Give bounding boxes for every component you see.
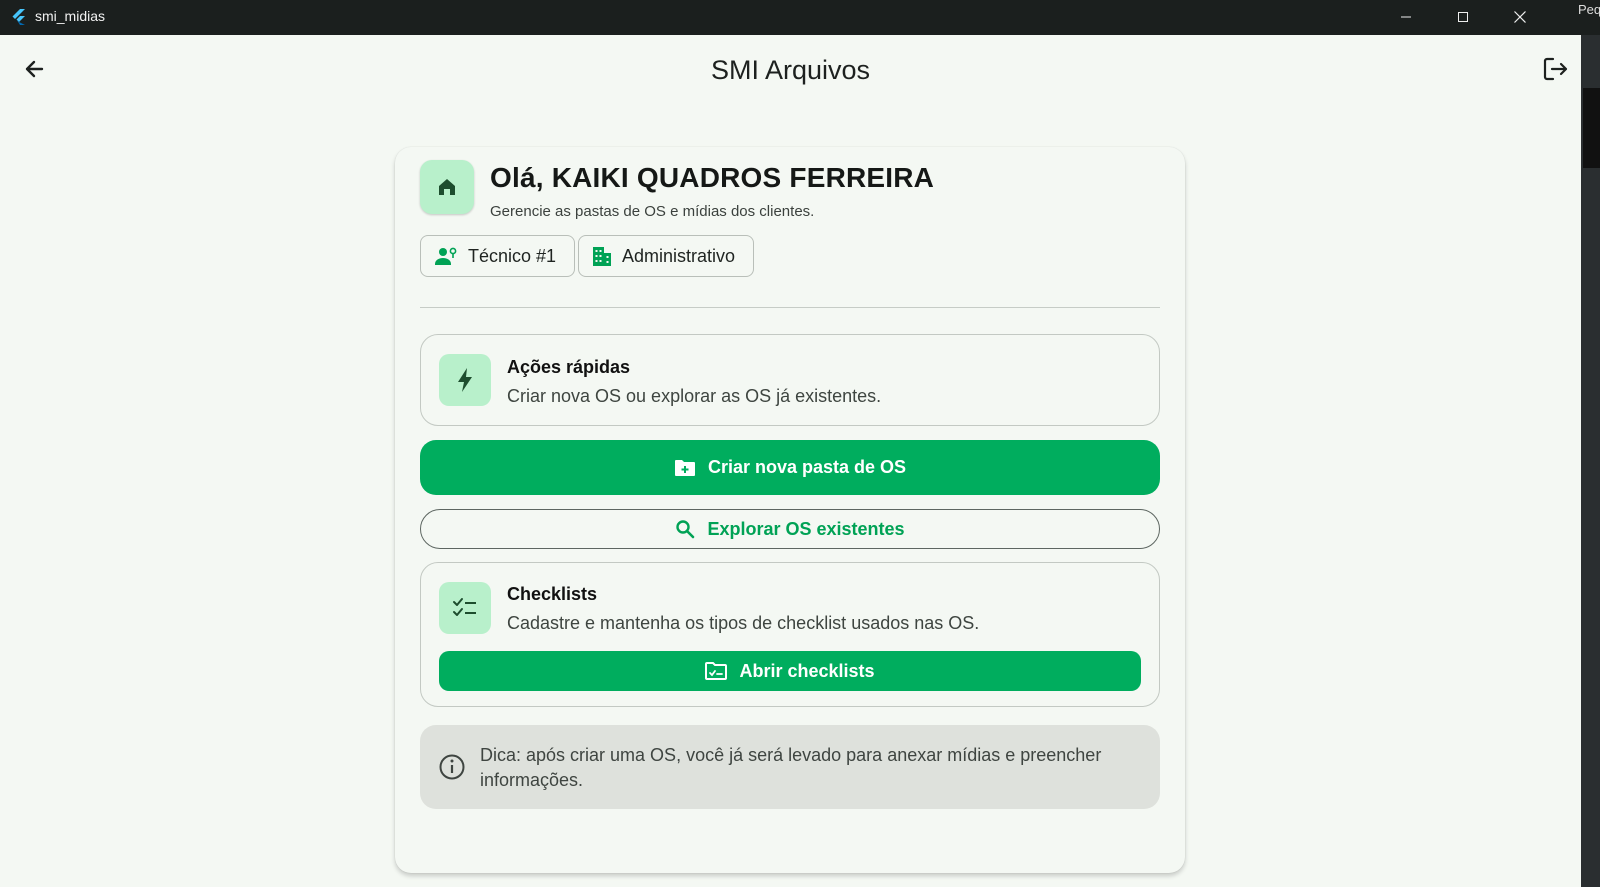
section-divider bbox=[420, 307, 1160, 308]
create-os-folder-button[interactable]: Criar nova pasta de OS bbox=[420, 440, 1160, 495]
flutter-logo-icon bbox=[12, 9, 25, 25]
open-checklists-label: Abrir checklists bbox=[739, 660, 875, 681]
close-window-button[interactable] bbox=[1491, 0, 1549, 33]
background-window-text: Peq bbox=[1578, 2, 1600, 17]
search-icon bbox=[676, 520, 695, 539]
greeting-subtitle: Gerencie as pastas de OS e mídias dos cl… bbox=[490, 203, 815, 220]
window-title: smi_midias bbox=[35, 8, 106, 24]
maximize-button[interactable] bbox=[1434, 0, 1492, 33]
home-icon bbox=[439, 179, 455, 195]
role-chip-label: Administrativo bbox=[622, 245, 736, 266]
quick-actions-text: Criar nova OS ou explorar as OS já exist… bbox=[507, 386, 882, 406]
quick-actions-panel: Ações rápidas Criar nova OS ou explorar … bbox=[420, 334, 1160, 426]
engineer-icon bbox=[435, 247, 457, 265]
logout-button[interactable] bbox=[1537, 51, 1573, 87]
create-os-folder-label: Criar nova pasta de OS bbox=[707, 457, 907, 477]
role-chip-technician: Técnico #1 bbox=[420, 235, 576, 277]
role-chip-label: Técnico #1 bbox=[468, 245, 557, 266]
minimize-icon bbox=[1401, 16, 1411, 17]
minimize-button[interactable] bbox=[1377, 0, 1435, 33]
bolt-icon bbox=[458, 368, 472, 392]
checklists-badge bbox=[439, 582, 491, 634]
explore-os-label: Explorar OS existentes bbox=[707, 518, 905, 539]
building-icon bbox=[593, 247, 611, 266]
checklist-icon bbox=[453, 598, 476, 616]
close-icon bbox=[1514, 10, 1526, 23]
tip-banner: Dica: após criar uma OS, você já será le… bbox=[420, 725, 1160, 809]
maximize-icon bbox=[1458, 11, 1468, 22]
open-checklists-button[interactable]: Abrir checklists bbox=[439, 651, 1141, 691]
role-chip-administrative: Administrativo bbox=[578, 235, 755, 277]
checklists-title: Checklists bbox=[507, 584, 598, 604]
main-card: Olá, KAIKI QUADROS FERREIRA Gerencie as … bbox=[395, 147, 1185, 873]
tip-text: Dica: após criar uma OS, você já será le… bbox=[480, 745, 1102, 790]
create-new-folder-icon bbox=[674, 459, 695, 476]
info-icon bbox=[439, 754, 465, 780]
greeting-title: Olá, KAIKI QUADROS FERREIRA bbox=[490, 162, 935, 193]
window-titlebar: smi_midias Peq bbox=[0, 0, 1600, 35]
app-bar: SMI Arquivos bbox=[0, 35, 1581, 107]
quick-actions-badge bbox=[439, 354, 491, 406]
app-title: SMI Arquivos bbox=[710, 55, 871, 85]
checklists-text: Cadastre e mantenha os tipos de checklis… bbox=[507, 613, 980, 633]
background-window-mark bbox=[1583, 88, 1600, 168]
app-window: SMI Arquivos Olá, KAIKI QUADROS FERREIRA… bbox=[0, 35, 1581, 887]
quick-actions-title: Ações rápidas bbox=[507, 357, 631, 377]
logout-icon bbox=[1543, 57, 1568, 81]
explore-os-button[interactable]: Explorar OS existentes bbox=[420, 509, 1160, 549]
checklists-panel: Checklists Cadastre e mantenha os tipos … bbox=[420, 562, 1160, 707]
folder-checklist-icon bbox=[705, 662, 728, 680]
home-badge bbox=[420, 160, 474, 214]
